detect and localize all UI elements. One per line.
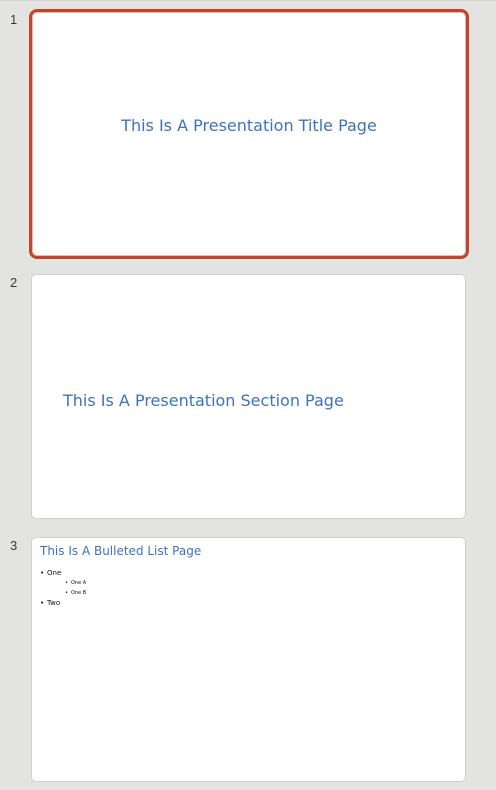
slide-thumbnail-1[interactable]: This Is A Presentation Title Page (29, 9, 469, 259)
panel-top-divider (0, 0, 496, 1)
list-item-text: One A (71, 580, 87, 586)
list-item: • One A (65, 578, 86, 588)
list-item: • One • One A • One B (40, 568, 86, 598)
list-item-text: One B (71, 590, 87, 596)
slide-title: This Is A Bulleted List Page (40, 544, 202, 558)
slide-number: 1 (10, 12, 18, 27)
bullet-icon: • (40, 599, 45, 607)
bullet-list: • One • One A • One B • Two (40, 568, 86, 608)
list-item-text: Two (47, 599, 61, 607)
slide-thumbnail-2[interactable]: This Is A Presentation Section Page (31, 274, 466, 519)
list-item-text: One (47, 569, 62, 577)
slide-thumbnail-3[interactable]: This Is A Bulleted List Page • One • One A… (31, 537, 466, 782)
slide-number: 2 (10, 275, 18, 290)
list-item: • Two (40, 598, 86, 608)
slide-title: This Is A Presentation Title Page (121, 116, 377, 135)
slide-number: 3 (10, 538, 18, 553)
sub-bullet-list: • One A • One B (40, 578, 86, 598)
bullet-icon: • (40, 569, 45, 577)
slide-title: This Is A Presentation Section Page (63, 391, 344, 410)
list-item: • One B (65, 588, 86, 598)
